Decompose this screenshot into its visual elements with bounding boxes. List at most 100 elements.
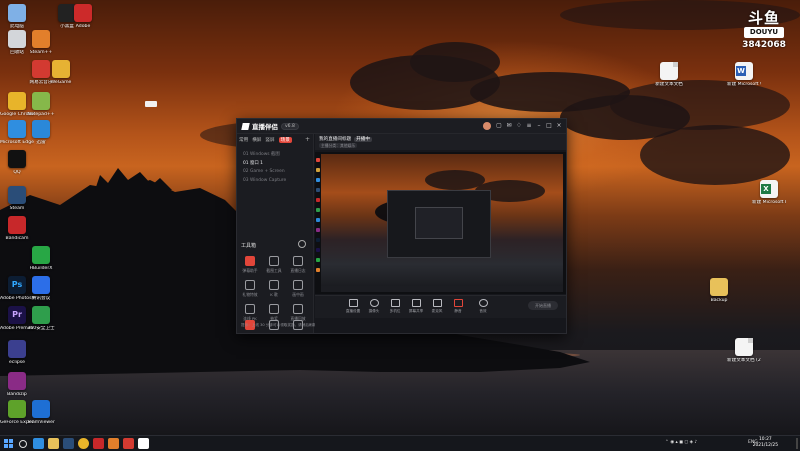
desktop-icon-label: 新建文本文档 (2) [727,358,761,363]
karaoke-icon [269,280,279,290]
tab-portrait[interactable]: 竖屏 [265,137,274,143]
start-button[interactable] [4,439,13,448]
stream-settings-button[interactable]: 直播设置 [345,299,361,314]
desktop-note[interactable] [145,101,157,107]
desktop-icon-label: Backup [710,298,728,303]
app-titlebar[interactable]: 直播伴侣 v6.8 ▢ ✉ ♢ ≡ – □ × [237,119,566,134]
system-clock[interactable]: 10:27 2021/12/25 [753,437,778,449]
streaming-app-taskbar-icon[interactable] [138,438,149,449]
start-live-button[interactable]: 开始直播 [528,301,558,310]
app-icon [8,216,26,234]
tool-button[interactable]: 弹幕助手 [239,256,261,274]
toolbox-settings-icon[interactable] [298,240,306,248]
microphone-icon [432,299,442,307]
desktop-icon[interactable]: WeGame [44,60,78,86]
chrome-taskbar-icon[interactable] [78,438,89,449]
screen-share-icon [411,299,421,307]
search-icon[interactable] [19,440,27,448]
mute-button[interactable]: 静音 [450,299,466,314]
desktop-icon[interactable]: TeamViewer [24,400,58,426]
maximize-icon[interactable]: □ [546,123,552,129]
steam-taskbar-icon[interactable] [63,438,74,449]
desktop-icon[interactable]: 360安全卫士 [24,306,58,332]
desktop-icon[interactable]: 迅雷 [24,120,58,146]
tab-scene[interactable]: 场景 [278,137,292,143]
desktop-icon-label: QQ [13,170,21,175]
app-brand: 直播伴侣 v6.8 [241,121,299,131]
preview-icon [316,218,320,222]
control-label: 直播设置 [345,309,361,313]
app-icon [8,372,26,390]
menu-icon[interactable]: ≡ [526,123,532,129]
user-avatar[interactable] [483,122,491,130]
desktop-icon[interactable]: Steam++ [24,30,58,56]
explorer-taskbar-icon[interactable] [48,438,59,449]
desktop-icon[interactable]: 新建文本文档 [652,62,686,88]
control-label: 音效 [479,309,487,313]
control-label: 摄像头 [368,309,380,313]
desktop-icon[interactable]: Backup [702,278,736,304]
desktop-icon-label: Steam [9,206,25,211]
tab-landscape[interactable]: 横屏 [252,137,261,143]
tool-button[interactable]: K 歌 [263,280,285,298]
mail-icon[interactable]: ✉ [506,123,512,129]
desktop-icon[interactable]: Adobe [66,4,100,30]
preview-nested-window-inner [415,207,463,239]
multi-cam-button[interactable]: 多机位 [387,299,403,314]
app-taskbar-icon[interactable] [123,438,134,449]
bag-icon[interactable]: ▢ [496,123,502,129]
app-icon [8,186,26,204]
desktop-icon[interactable]: Bandizip [0,372,34,398]
control-label: 静音 [454,309,462,313]
toolbox-title: 工具箱 [241,243,257,249]
desktop-icon-label: WeGame [50,80,72,85]
add-scene-icon[interactable]: + [305,136,310,143]
live-title[interactable]: 我的直播间标题 开播中 [319,136,372,142]
stream-preview[interactable] [315,152,566,294]
tool-button[interactable]: 截图工具 [263,256,285,274]
app-taskbar-icon[interactable] [93,438,104,449]
show-desktop-button[interactable] [796,438,798,449]
room-id: 3842068 [742,40,786,50]
tool-button[interactable]: 直播日志 [287,256,309,274]
scene-item[interactable]: 01 窗口 1 [243,160,263,166]
scene-item[interactable]: 01 Windows 截图 [243,151,280,157]
tool-button[interactable]: 礼物特效 [239,280,261,298]
microphone-button[interactable]: 麦克风 [429,299,445,314]
edge-taskbar-icon[interactable] [33,438,44,449]
tab-common[interactable]: 常用 [239,137,248,143]
preview-icon [316,208,320,212]
tray-icons[interactable]: ⌃ ◉ ▴ ◼ ◻ ◈ ♪ [665,440,697,445]
tool-button[interactable]: 画中画 [287,280,309,298]
desktop-icon[interactable]: 新建 Microsoft Word 文档 [727,62,761,88]
desktop-icon[interactable]: 腾讯会议 [24,276,58,302]
streaming-app-window[interactable]: 直播伴侣 v6.8 ▢ ✉ ♢ ≡ – □ × 常用 横屏 竖屏 场景 + 01… [236,118,567,334]
app-version-badge[interactable]: v6.8 [281,122,299,130]
preview-icon [316,228,320,232]
desktop-icon[interactable]: Notepad++ [24,92,58,118]
desktop-icon[interactable]: 新建 Microsoft Excel 工作表 [752,180,786,206]
close-icon[interactable]: × [556,123,562,129]
preview-icon [316,238,320,242]
desktop-icon[interactable]: Bandicam [0,216,34,242]
preview-icon [316,198,320,202]
desktop-icon[interactable]: eclipse [0,340,34,366]
live-category[interactable]: 主播分类：其他娱乐 [319,143,358,149]
desktop-icon-label: Adobe [75,24,91,29]
desktop-icon[interactable]: 此电脑 [0,4,34,30]
shirt-icon[interactable]: ♢ [516,123,522,129]
camera-button[interactable]: 摄像头 [366,299,382,314]
desktop-icon-label: Notepad++ [27,112,55,117]
app-taskbar-icon[interactable] [108,438,119,449]
sound-effect-icon [478,299,488,307]
desktop-icon[interactable]: HBuilderX [24,246,58,272]
desktop-icon[interactable]: Steam [0,186,34,212]
scene-item[interactable]: 03 Window Capture [243,178,286,183]
doc-icon [660,62,678,80]
desktop-icon[interactable]: QQ [0,150,34,176]
desktop-icon[interactable]: 新建文本文档 (2) [727,338,761,364]
sound-effect-button[interactable]: 音效 [475,299,491,314]
scene-item[interactable]: 02 Game + Screen [243,169,285,174]
minimize-icon[interactable]: – [536,123,542,129]
screen-share-button[interactable]: 屏幕共享 [408,299,424,314]
